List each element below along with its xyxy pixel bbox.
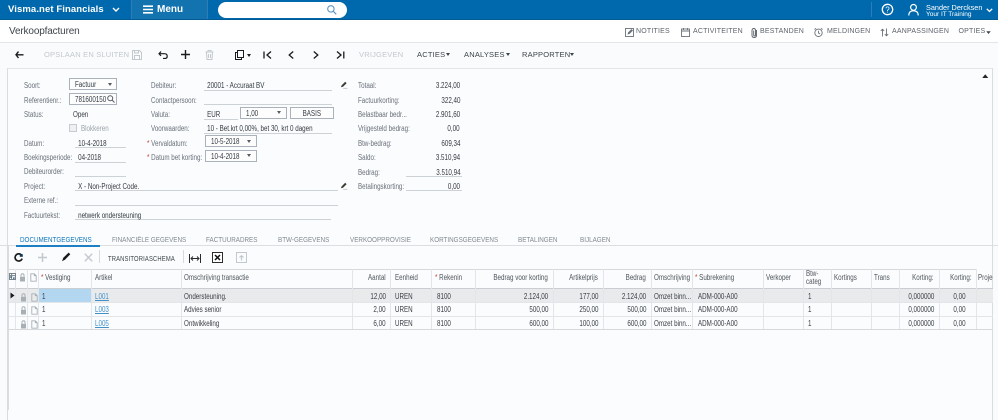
svg-text:?: ? [885,6,890,15]
